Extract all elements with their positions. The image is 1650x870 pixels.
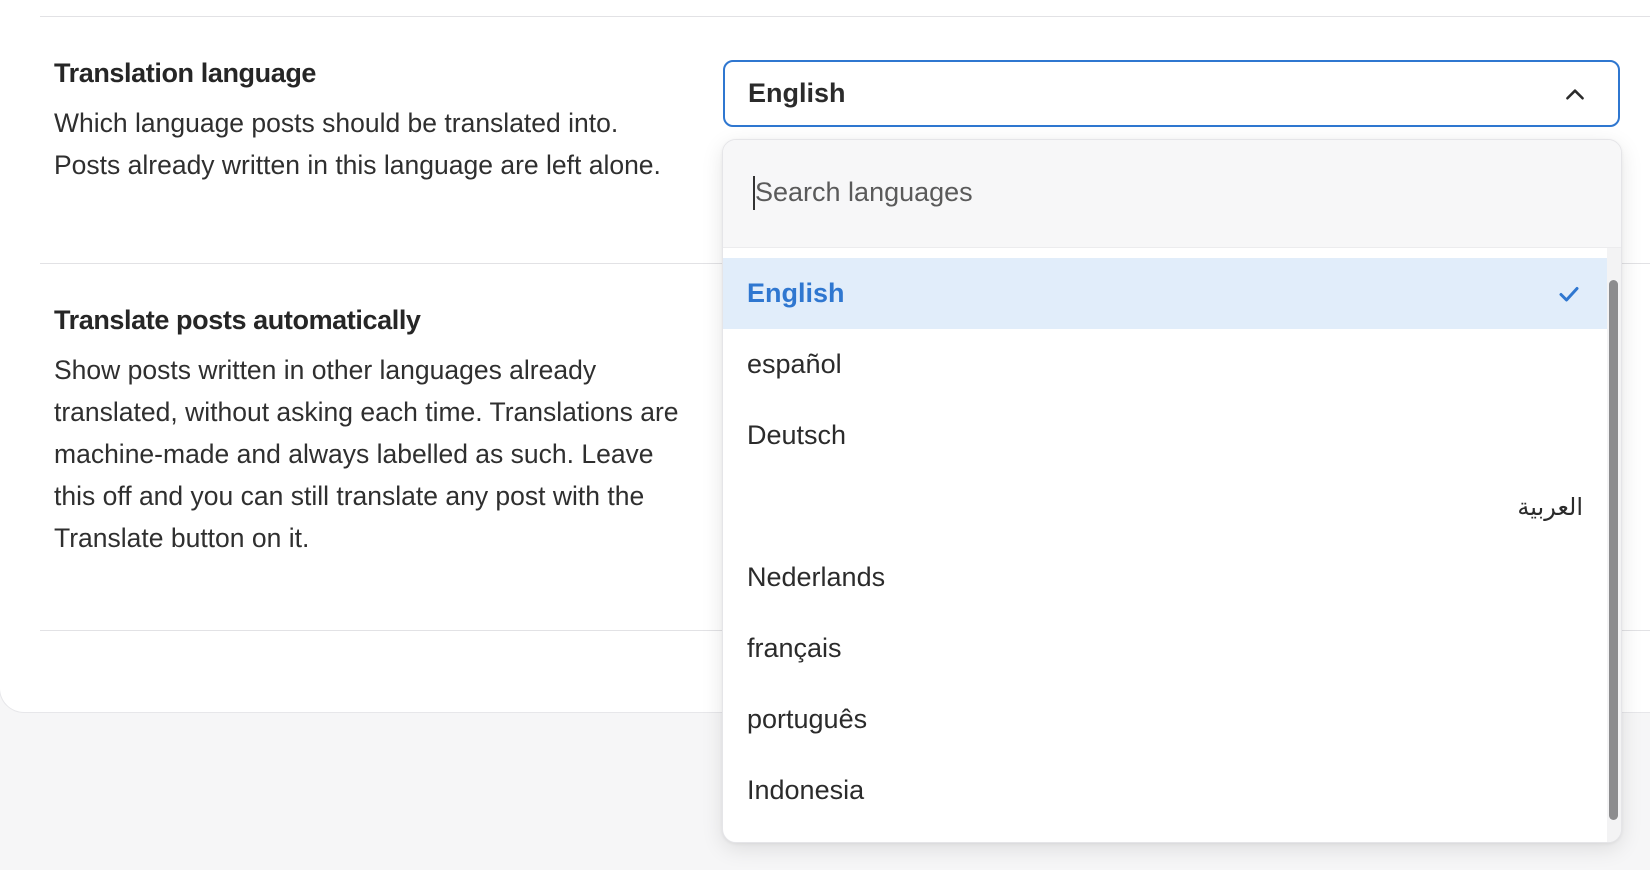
auto-translate-title: Translate posts automatically — [54, 305, 421, 335]
translation-language-description: Which language posts should be translate… — [54, 108, 661, 180]
top-divider — [40, 16, 1650, 17]
checkmark-icon — [1559, 287, 1579, 302]
auto-translate-description: Show posts written in other languages al… — [54, 355, 679, 553]
language-option-french[interactable]: français — [723, 613, 1607, 684]
language-dropdown: English español Deutsch العربية Nederlan… — [722, 139, 1622, 843]
language-option-label: العربية — [1517, 492, 1583, 521]
chevron-up-icon — [1566, 89, 1584, 100]
language-search-box — [723, 140, 1621, 248]
language-option-label: Deutsch — [747, 420, 847, 450]
language-option-label: français — [747, 633, 842, 663]
language-option-german[interactable]: Deutsch — [723, 400, 1607, 471]
dropdown-scrollbar-thumb[interactable] — [1609, 280, 1618, 820]
translation-language-title: Translation language — [54, 58, 317, 88]
select-current-value: English — [748, 78, 846, 108]
language-option-arabic[interactable]: العربية — [723, 471, 1607, 542]
language-option-label: Nederlands — [747, 562, 886, 592]
language-option-label: Indonesia — [747, 775, 865, 805]
language-option-dutch[interactable]: Nederlands — [723, 542, 1607, 613]
language-option-portuguese[interactable]: português — [723, 684, 1607, 755]
language-option-indonesian[interactable]: Indonesia — [723, 755, 1607, 826]
language-option-label: English — [747, 278, 845, 308]
language-options-list: English español Deutsch العربية Nederlan… — [723, 258, 1607, 826]
language-search-input[interactable] — [753, 166, 1577, 218]
language-option-label: português — [747, 704, 868, 734]
language-option-english[interactable]: English — [723, 258, 1607, 329]
language-option-label: español — [747, 349, 842, 379]
language-option-spanish[interactable]: español — [723, 329, 1607, 400]
text-caret — [753, 176, 755, 210]
translation-language-select[interactable]: English — [723, 60, 1620, 127]
